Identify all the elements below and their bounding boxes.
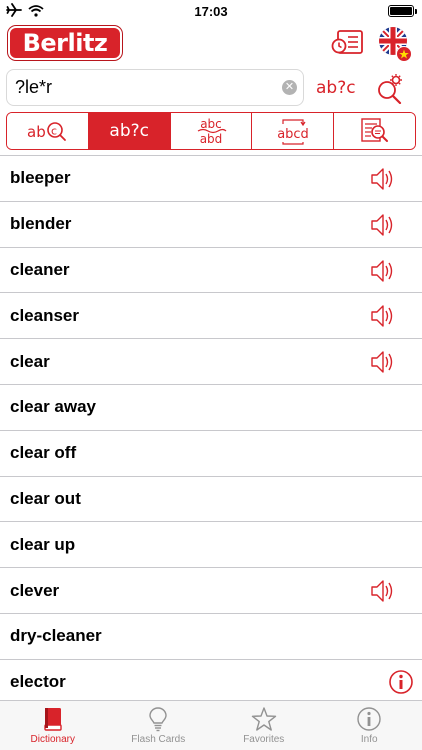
- search-row: ✕ ab?c: [0, 66, 422, 108]
- word-row[interactable]: cleanser: [0, 293, 422, 340]
- word-swap-icon: abcd: [277, 119, 309, 145]
- search-input[interactable]: [15, 70, 275, 105]
- word-row[interactable]: blender: [0, 202, 422, 248]
- speaker-icon: [371, 259, 393, 282]
- tab-flash-cards-label: Flash Cards: [131, 734, 186, 745]
- word-info-button[interactable]: [388, 669, 416, 697]
- play-audio-button[interactable]: [368, 211, 396, 239]
- status-time: 17:03: [194, 4, 228, 19]
- tab-bar: Dictionary Flash Cards Favorites Info: [0, 700, 422, 750]
- mode-letter-search[interactable]: ab c: [7, 113, 89, 149]
- word-row[interactable]: clear: [0, 339, 422, 385]
- word-row[interactable]: elector: [0, 660, 422, 700]
- word-label: clear out: [10, 488, 81, 508]
- info-circle-icon: [389, 669, 413, 694]
- svg-text:abc: abc: [200, 117, 222, 131]
- speaker-icon: [371, 580, 393, 602]
- lightbulb-icon: [149, 707, 167, 732]
- mode-word-swap[interactable]: abcd: [252, 113, 335, 149]
- word-label: clear away: [10, 397, 97, 417]
- anagram-icon: abc abd: [197, 117, 227, 146]
- mode-anagram[interactable]: abc abd: [170, 113, 253, 149]
- tab-favorites[interactable]: Favorites: [211, 701, 317, 750]
- search-settings-button[interactable]: [374, 72, 406, 105]
- word-label: elector: [10, 672, 66, 692]
- play-audio-button[interactable]: [368, 348, 396, 376]
- brand-name: Berlitz: [22, 29, 108, 57]
- fulltext-search-icon: [360, 118, 388, 142]
- word-label: clear up: [10, 534, 76, 554]
- info-icon: [357, 707, 381, 731]
- clear-search-button[interactable]: ✕: [282, 80, 297, 95]
- word-label: clear off: [10, 443, 77, 463]
- status-bar: 17:03: [0, 0, 422, 22]
- play-audio-button[interactable]: [368, 577, 396, 605]
- mode-fulltext[interactable]: [334, 113, 415, 149]
- play-audio-button[interactable]: [368, 165, 396, 193]
- word-list[interactable]: bleeper blender cleaner cleanser clear clear …: [0, 155, 422, 700]
- uk-vietnam-flag-icon: [379, 27, 412, 62]
- svg-text:abcd: abcd: [277, 127, 309, 142]
- word-label: bleeper: [10, 168, 71, 188]
- word-row[interactable]: clear out: [0, 477, 422, 523]
- search-mode-label[interactable]: ab?c: [316, 78, 356, 98]
- tab-flash-cards[interactable]: Flash Cards: [106, 701, 212, 750]
- wildcard-mode-label: ab?c: [109, 121, 149, 141]
- battery-icon: [388, 5, 417, 17]
- speaker-icon: [371, 351, 393, 373]
- history-list-icon: [331, 30, 363, 54]
- tab-dictionary[interactable]: Dictionary: [0, 701, 106, 750]
- word-row[interactable]: clever: [0, 568, 422, 614]
- word-row[interactable]: clear away: [0, 385, 422, 431]
- language-flag-button[interactable]: [378, 26, 412, 62]
- book-icon: [44, 708, 62, 731]
- tab-dictionary-label: Dictionary: [30, 734, 75, 745]
- speaker-icon: [371, 168, 393, 190]
- search-mode-segments: ab c ab?c abc abd abcd: [6, 112, 416, 150]
- word-row[interactable]: dry-cleaner: [0, 614, 422, 660]
- letter-search-icon: ab c: [27, 122, 67, 141]
- tab-info-label: Info: [360, 734, 378, 745]
- word-label: dry-cleaner: [10, 626, 102, 646]
- search-field[interactable]: ✕: [6, 69, 304, 106]
- svg-text:abd: abd: [200, 132, 223, 146]
- search-settings-icon: [378, 74, 402, 105]
- word-row[interactable]: cleaner: [0, 248, 422, 294]
- speaker-icon: [371, 214, 393, 236]
- word-label: blender: [10, 214, 72, 234]
- tab-info[interactable]: Info: [317, 701, 422, 750]
- word-label: cleanser: [10, 305, 79, 325]
- svg-text:c: c: [51, 125, 57, 138]
- word-row[interactable]: clear off: [0, 431, 422, 477]
- mode-wildcard[interactable]: ab?c: [88, 113, 171, 149]
- word-row[interactable]: clear up: [0, 522, 422, 569]
- play-audio-button[interactable]: [368, 302, 396, 330]
- app-header: Berlitz: [0, 22, 422, 66]
- word-label: clear: [10, 351, 50, 371]
- word-row[interactable]: bleeper: [0, 156, 422, 202]
- tab-favorites-label: Favorites: [243, 734, 285, 745]
- word-label: cleaner: [10, 259, 70, 279]
- history-button[interactable]: [331, 28, 365, 58]
- berlitz-logo: Berlitz: [8, 26, 122, 60]
- word-label: clever: [10, 580, 60, 600]
- speaker-icon: [371, 305, 393, 328]
- star-icon: [251, 707, 276, 731]
- svg-text:ab: ab: [27, 123, 46, 141]
- play-audio-button[interactable]: [368, 257, 396, 285]
